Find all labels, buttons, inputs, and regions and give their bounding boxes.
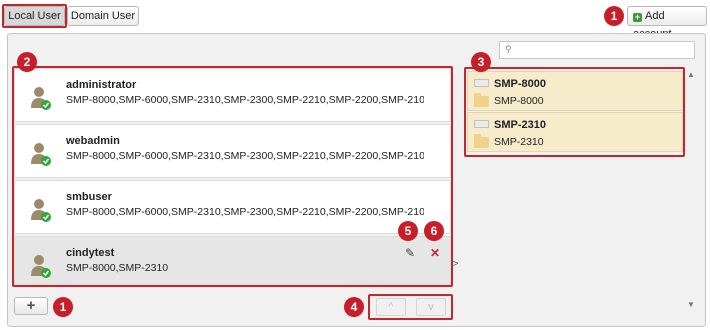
callout-marker: 2 (17, 52, 37, 72)
group-highlight (464, 67, 685, 157)
callout-marker: 4 (344, 297, 364, 317)
search-input[interactable]: ⚲ (499, 41, 695, 59)
move-up-button[interactable]: ^ (376, 298, 406, 316)
callout-marker: 5 (398, 221, 418, 241)
scroll-down-icon[interactable]: ▼ (687, 300, 695, 309)
search-icon: ⚲ (505, 44, 512, 54)
add-icon: + (633, 12, 642, 22)
expand-arrow-icon[interactable]: > (452, 258, 458, 270)
tab-domain-user[interactable]: Domain User (67, 6, 139, 26)
tab-highlight (2, 4, 67, 28)
account-manager: Local User Domain User 1 +Add account ad… (0, 0, 710, 330)
add-account-button[interactable]: +Add account (627, 6, 707, 40)
add-user-button[interactable]: + (14, 297, 48, 315)
callout-marker: 1 (604, 6, 624, 26)
callout-marker: 1 (53, 297, 73, 317)
user-list-highlight (12, 66, 453, 287)
move-down-button[interactable]: v (416, 298, 446, 316)
scrollbar[interactable]: ▲ ▼ (685, 68, 699, 313)
scroll-up-icon[interactable]: ▲ (687, 70, 695, 79)
callout-marker: 3 (471, 52, 491, 72)
callout-marker: 6 (424, 221, 444, 241)
